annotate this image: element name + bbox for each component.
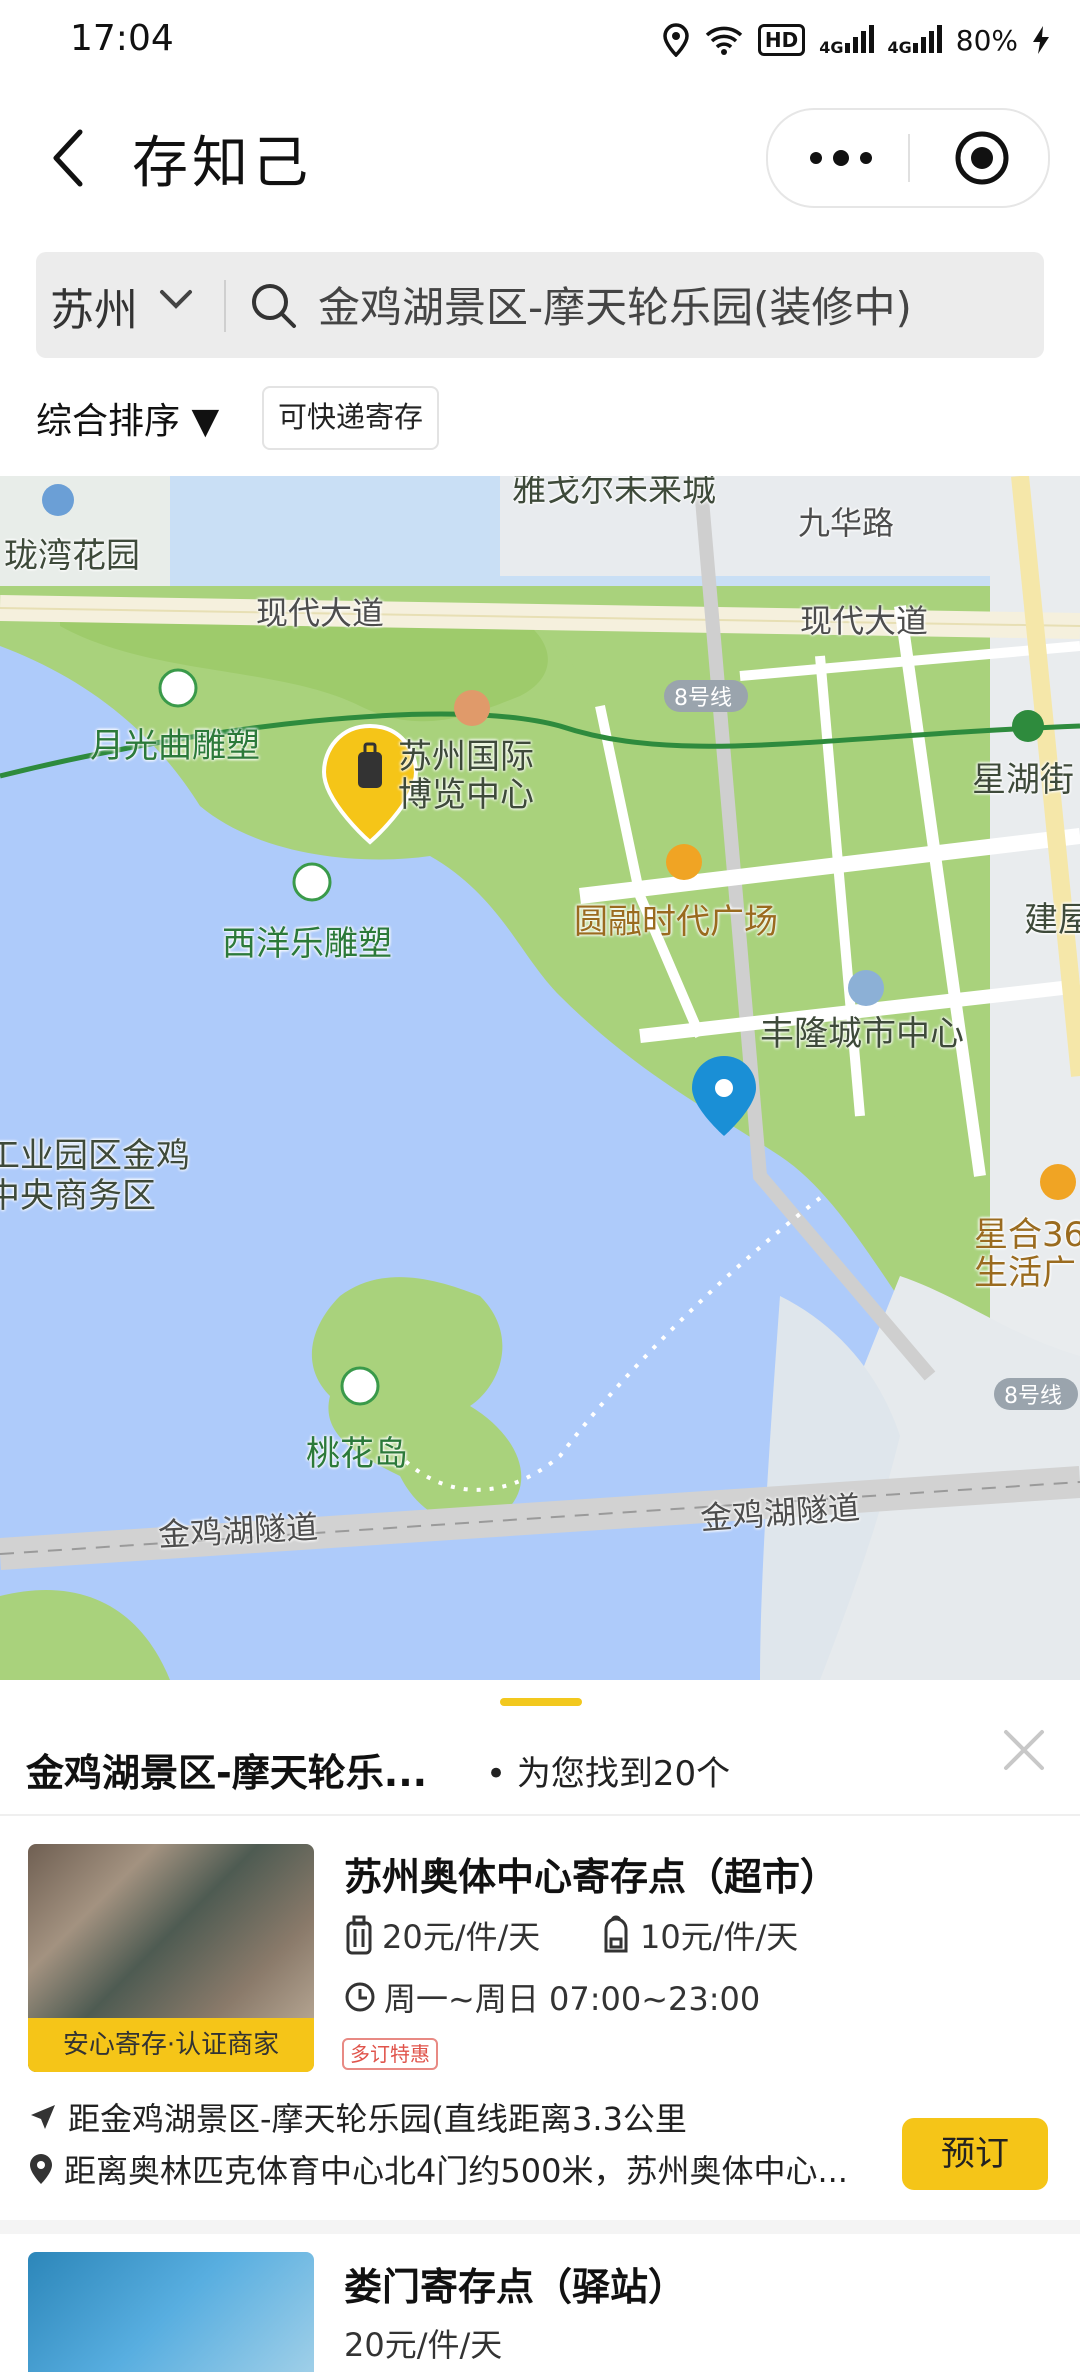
location-icon	[30, 2154, 52, 2184]
status-bar: 17:04 HD 4G 4G 80%	[0, 0, 1080, 84]
map-label-longwan: 珑湾花园	[4, 536, 140, 576]
page-title: 存知己	[132, 131, 312, 196]
opening-hours: 周一~周日 07:00~23:00	[344, 1974, 760, 2020]
map-label-jiuhua: 九华路	[798, 504, 895, 542]
status-icons: HD 4G 4G 80%	[662, 16, 1050, 64]
backpack-icon	[604, 1915, 628, 1953]
poi-mall-icon-2	[1040, 1164, 1076, 1200]
miniprogram-capsule	[766, 108, 1050, 208]
capsule-divider	[908, 134, 910, 182]
divider	[0, 1814, 1080, 1816]
map-label-line8-b: 8号线	[1004, 1384, 1062, 1409]
chevron-down-icon[interactable]	[156, 284, 196, 314]
address-line: 距离奥林匹克体育中心北4门约500米，苏州奥体中心...	[28, 2146, 848, 2192]
map-label-xiandai-2: 现代大道	[800, 602, 929, 640]
sheet-grab-handle[interactable]	[500, 1698, 582, 1706]
luggage-icon	[346, 1915, 372, 1955]
clock-icon	[345, 1982, 375, 2012]
map-canvas	[0, 476, 1080, 1680]
map-label-line8-a: 8号线	[674, 686, 732, 711]
signal-icon-2: 4G	[888, 23, 942, 57]
list-divider	[0, 2220, 1080, 2234]
poi-home-icon	[42, 484, 74, 516]
price-luggage: 20元/件/天	[344, 1912, 540, 1958]
charging-icon	[1033, 26, 1049, 54]
map-label-xinghu: 星湖街	[972, 760, 1074, 800]
sheet-title: 金鸡湖景区-摩天轮乐...	[26, 1751, 428, 1795]
store-thumbnail[interactable]: 安心寄存·认证商家	[28, 1844, 314, 2072]
promo-tag: 多订特惠	[342, 2038, 438, 2070]
map-label-xiyang: 西洋乐雕塑	[222, 924, 392, 964]
close-miniprogram-icon[interactable]	[954, 130, 1010, 186]
search-bar: 苏州 金鸡湖景区-摩天轮乐园(装修中)	[36, 252, 1044, 358]
price-luggage-2: 20元/件/天	[344, 2326, 503, 2364]
search-icon	[252, 284, 296, 328]
poi-park-icon-2	[292, 862, 332, 902]
map-label-fenglong: 丰隆城市中心	[760, 1014, 964, 1054]
poi-park-icon-3	[340, 1366, 380, 1406]
metro-icon	[1012, 710, 1044, 742]
poi-building-icon	[454, 690, 490, 726]
result-count: • 为您找到20个	[486, 1754, 731, 1794]
map-label-yueguang: 月光曲雕塑	[90, 726, 260, 766]
store-name-2[interactable]: 娄门寄存点（驿站）	[344, 2256, 686, 2311]
map-label-expo: 苏州国际 博览中心	[398, 737, 534, 815]
city-selector[interactable]: 苏州	[50, 274, 138, 338]
map-label-jianwu: 建屋	[1024, 900, 1080, 940]
poi-park-icon	[158, 668, 198, 708]
hd-icon: HD	[757, 24, 806, 56]
poi-mall-icon	[666, 844, 702, 880]
poi-office-icon	[848, 970, 884, 1006]
book-button[interactable]: 预订	[902, 2118, 1048, 2190]
map-view[interactable]: 珑湾花园 雅戈尔未来城 九华路 现代大道 现代大道 8号线 月光曲雕塑 苏州国际…	[0, 476, 1080, 1680]
map-label-taohua: 桃花岛	[306, 1434, 408, 1474]
sort-dropdown[interactable]: 综合排序 ▼	[36, 392, 219, 444]
map-label-gongye: 工业园区金鸡 中央商务区	[0, 1136, 190, 1216]
signal-icon-1: 4G	[819, 23, 874, 57]
distance-line: 距金鸡湖景区-摩天轮乐园(直线距离3.3公里	[28, 2094, 687, 2140]
map-label-tunnel-1: 金鸡湖隧道	[157, 1507, 320, 1555]
verified-badge: 安心寄存·认证商家	[28, 2018, 314, 2072]
search-input[interactable]: 金鸡湖景区-摩天轮乐园(装修中)	[318, 274, 912, 335]
navigation-arrow-icon	[31, 2105, 55, 2129]
battery-percent: 80%	[955, 23, 1018, 57]
back-arrow-icon[interactable]	[40, 118, 100, 198]
express-storage-filter[interactable]: 可快递寄存	[262, 386, 440, 450]
store-thumbnail-2[interactable]	[28, 2252, 314, 2372]
map-label-xiandai-1: 现代大道	[256, 594, 385, 632]
more-dots-icon[interactable]	[806, 140, 876, 176]
price-bag: 10元/件/天	[600, 1912, 798, 1958]
map-label-xinghe: 星合36 生活广	[974, 1215, 1080, 1293]
location-icon	[663, 23, 689, 57]
map-label-yuanrong: 圆融时代广场	[574, 902, 778, 942]
close-icon[interactable]	[1000, 1726, 1048, 1774]
map-label-yage: 雅戈尔未来城	[512, 476, 716, 510]
search-divider	[224, 280, 226, 332]
wifi-icon	[705, 26, 743, 55]
results-sheet: 金鸡湖景区-摩天轮乐... • 为您找到20个 安心寄存·认证商家 苏州奥体中心…	[0, 1680, 1080, 2372]
status-time: 17:04	[70, 18, 174, 59]
store-name[interactable]: 苏州奥体中心寄存点（超市）	[344, 1846, 838, 1901]
